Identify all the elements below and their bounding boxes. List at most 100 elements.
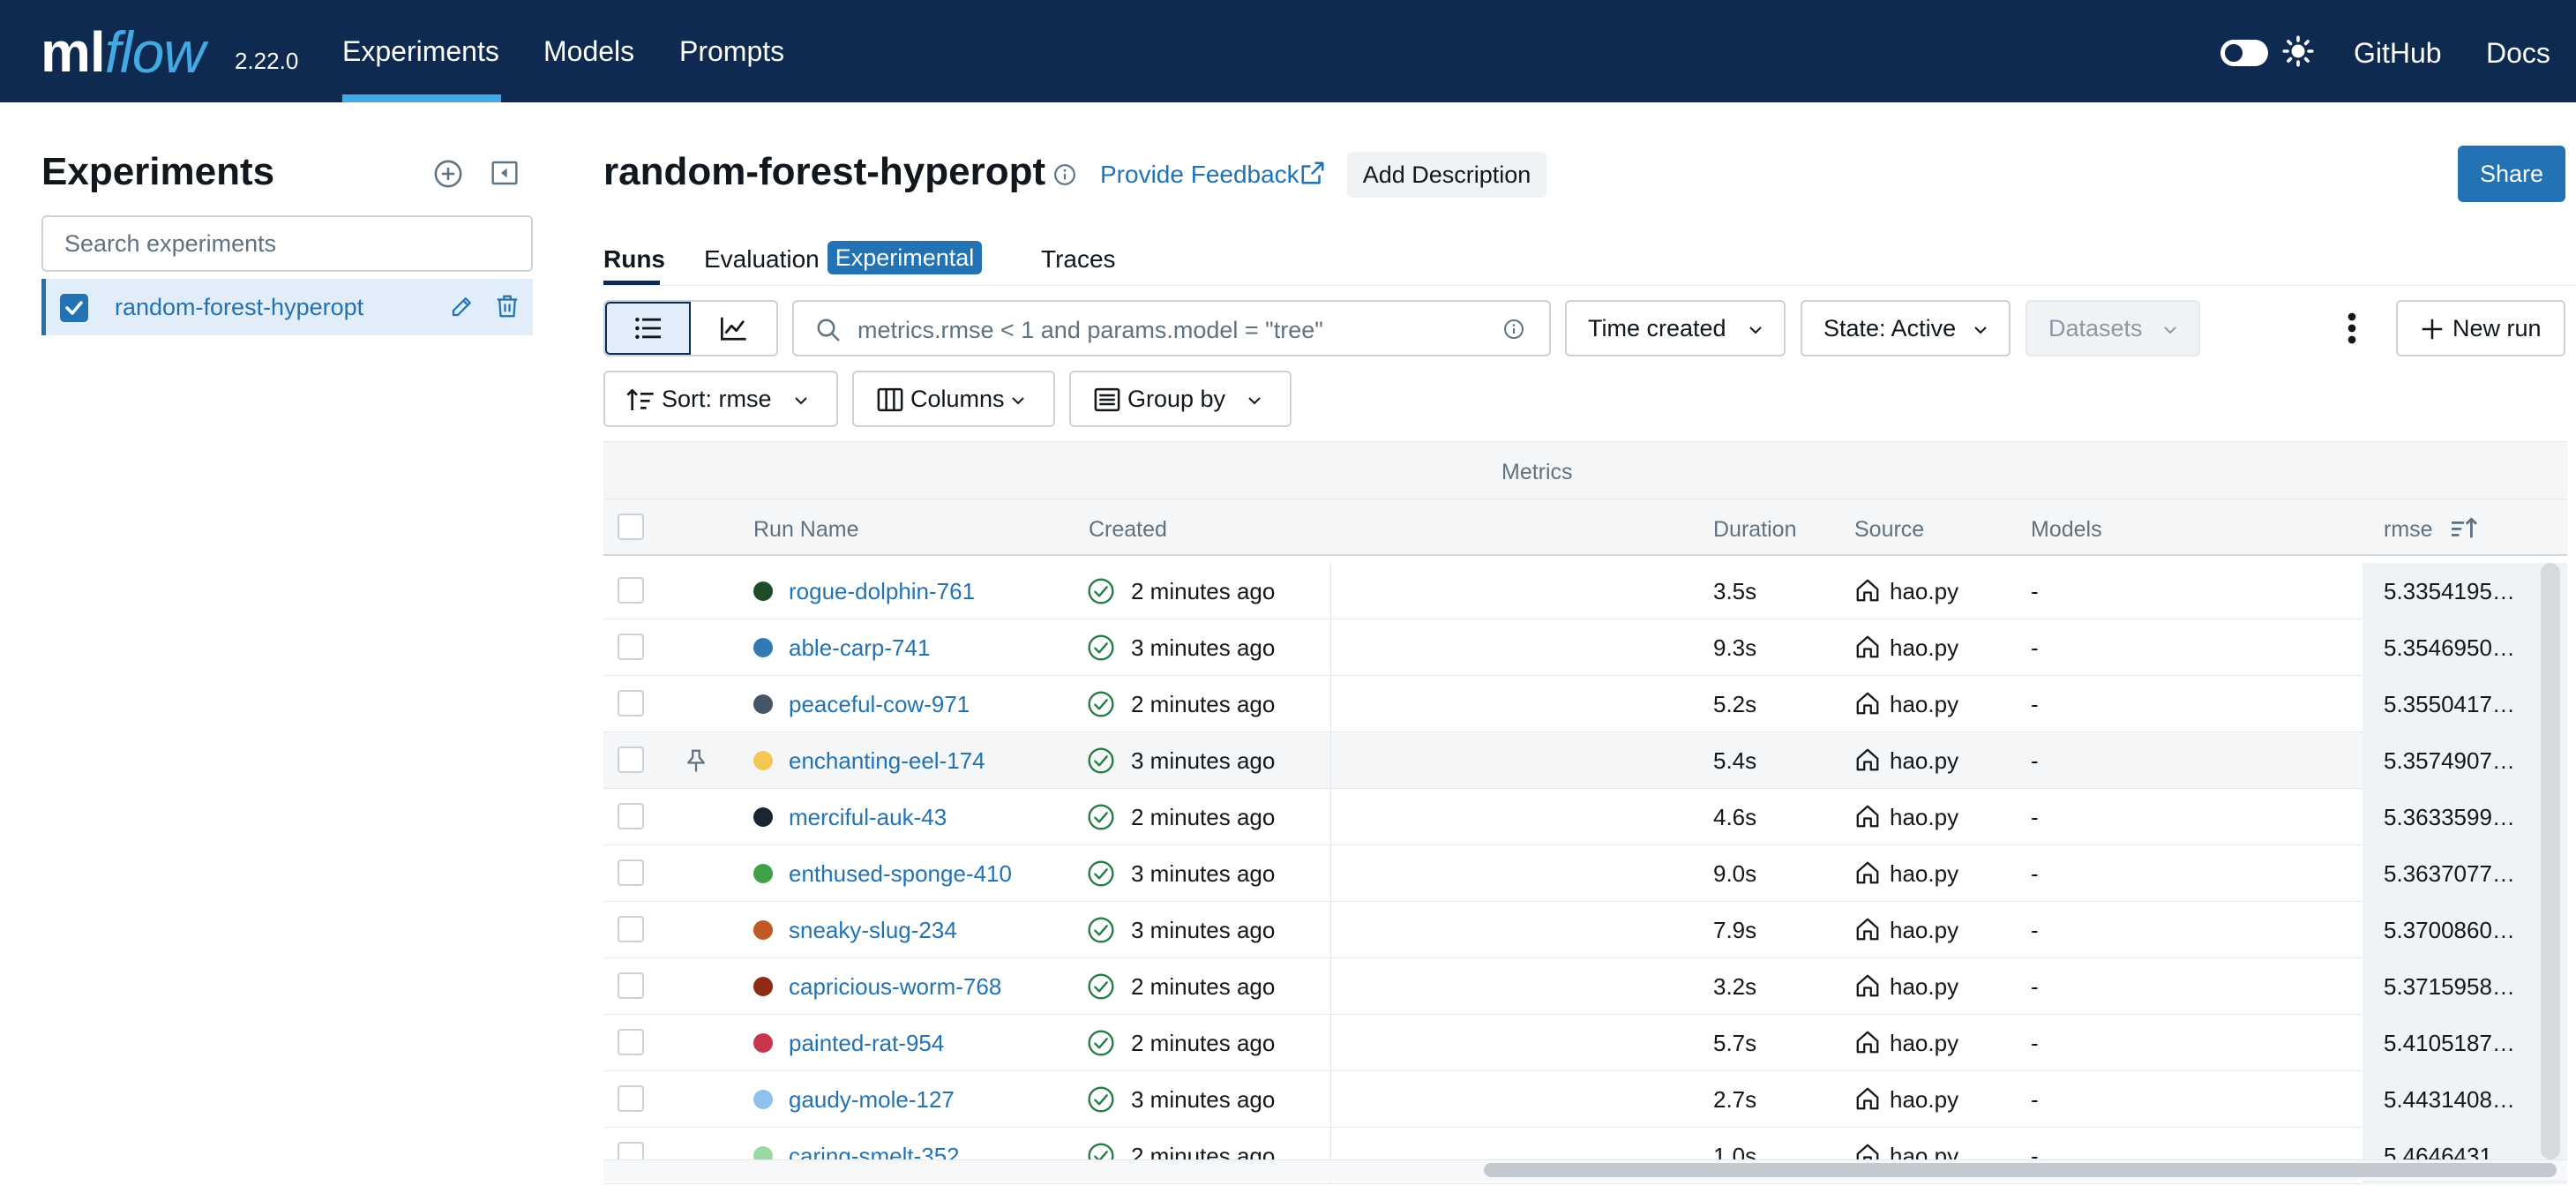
run-color-dot[interactable] bbox=[753, 807, 773, 827]
columns-button[interactable]: Columns bbox=[852, 371, 1055, 427]
row-checkbox[interactable] bbox=[618, 577, 644, 604]
run-name-link[interactable]: enthused-sponge-410 bbox=[789, 860, 1012, 888]
duration-value: 7.9s bbox=[1713, 917, 1757, 943]
rmse-value: 5.3637077… bbox=[2384, 860, 2515, 887]
table-row[interactable]: able-carp-741 3 minutes ago 9.3s hao.py - 5.3… bbox=[603, 619, 2567, 676]
run-name-link[interactable]: peaceful-cow-971 bbox=[789, 691, 970, 718]
tab-runs[interactable]: Runs bbox=[603, 245, 665, 274]
source-link[interactable]: hao.py bbox=[1890, 804, 1958, 831]
experiment-list-item[interactable]: random-forest-hyperopt bbox=[41, 279, 533, 335]
horizontal-scrollbar[interactable] bbox=[1484, 1163, 2557, 1177]
list-view-button[interactable] bbox=[605, 302, 692, 355]
run-color-dot[interactable] bbox=[753, 638, 773, 657]
collapse-sidebar-icon[interactable] bbox=[490, 159, 519, 187]
tab-traces[interactable]: Traces bbox=[1041, 245, 1116, 274]
nav-experiments[interactable]: Experiments bbox=[342, 35, 499, 68]
run-color-dot[interactable] bbox=[753, 581, 773, 601]
experiment-checkbox[interactable] bbox=[60, 294, 88, 322]
source-link[interactable]: hao.py bbox=[1890, 578, 1958, 605]
run-color-dot[interactable] bbox=[753, 694, 773, 714]
share-button[interactable]: Share bbox=[2458, 146, 2565, 202]
vertical-scrollbar[interactable] bbox=[2541, 563, 2560, 1159]
filter-info-icon[interactable] bbox=[1503, 319, 1524, 340]
nav-models[interactable]: Models bbox=[543, 35, 634, 68]
models-value: - bbox=[2031, 578, 2039, 604]
run-name-link[interactable]: capricious-worm-768 bbox=[789, 973, 1001, 1001]
add-experiment-icon[interactable] bbox=[433, 159, 463, 189]
table-row[interactable]: peaceful-cow-971 2 minutes ago 5.2s hao.py -… bbox=[603, 676, 2567, 732]
run-color-dot[interactable] bbox=[753, 751, 773, 770]
source-link[interactable]: hao.py bbox=[1890, 860, 1958, 888]
table-row[interactable]: capricious-worm-768 2 minutes ago 3.2s hao.… bbox=[603, 958, 2567, 1015]
pin-icon[interactable] bbox=[683, 747, 709, 775]
table-row[interactable]: gaudy-mole-127 3 minutes ago 2.7s hao.py - 5.… bbox=[603, 1071, 2567, 1128]
table-row[interactable]: painted-rat-954 2 minutes ago 5.7s hao.py - 5… bbox=[603, 1015, 2567, 1071]
run-color-dot[interactable] bbox=[753, 1033, 773, 1053]
time-created-dropdown[interactable]: Time created bbox=[1565, 300, 1786, 356]
more-options-icon[interactable] bbox=[2338, 305, 2366, 351]
new-run-button[interactable]: New run bbox=[2396, 300, 2565, 356]
source-link[interactable]: hao.py bbox=[1890, 691, 1958, 718]
state-dropdown[interactable]: State: Active bbox=[1801, 300, 2011, 356]
provide-feedback-link[interactable]: Provide Feedback bbox=[1100, 161, 1299, 189]
docs-link[interactable]: Docs bbox=[2486, 37, 2550, 70]
run-color-dot[interactable] bbox=[753, 864, 773, 883]
sort-ascending-icon[interactable] bbox=[2449, 515, 2479, 540]
source-link[interactable]: hao.py bbox=[1890, 634, 1958, 662]
chart-view-button[interactable] bbox=[691, 302, 776, 355]
row-checkbox[interactable] bbox=[618, 1085, 644, 1112]
mlflow-logo[interactable]: ml flow bbox=[41, 12, 206, 92]
github-link[interactable]: GitHub bbox=[2354, 37, 2442, 70]
row-checkbox[interactable] bbox=[618, 972, 644, 999]
source-link[interactable]: hao.py bbox=[1890, 747, 1958, 775]
run-name-link[interactable]: sneaky-slug-234 bbox=[789, 917, 957, 944]
source-link[interactable]: hao.py bbox=[1890, 1086, 1958, 1114]
source-link[interactable]: hao.py bbox=[1890, 973, 1958, 1001]
row-checkbox[interactable] bbox=[618, 634, 644, 660]
header-rmse[interactable]: rmse bbox=[2384, 517, 2433, 543]
run-name-link[interactable]: gaudy-mole-127 bbox=[789, 1086, 955, 1114]
row-checkbox[interactable] bbox=[618, 690, 644, 717]
table-row[interactable]: merciful-auk-43 2 minutes ago 4.6s hao.py - 5… bbox=[603, 789, 2567, 845]
run-color-dot[interactable] bbox=[753, 920, 773, 940]
experiment-name[interactable]: random-forest-hyperopt bbox=[115, 294, 363, 321]
row-checkbox[interactable] bbox=[618, 747, 644, 773]
nav-prompts[interactable]: Prompts bbox=[679, 35, 784, 68]
edit-icon[interactable] bbox=[449, 293, 476, 319]
run-name-link[interactable]: painted-rat-954 bbox=[789, 1030, 944, 1057]
add-description-button[interactable]: Add Description bbox=[1347, 152, 1546, 198]
source-link[interactable]: hao.py bbox=[1890, 1030, 1958, 1057]
select-all-checkbox[interactable] bbox=[618, 514, 644, 540]
status-success-icon bbox=[1087, 916, 1115, 944]
row-checkbox[interactable] bbox=[618, 803, 644, 829]
tab-evaluation[interactable]: Evaluation bbox=[704, 245, 820, 274]
header-source[interactable]: Source bbox=[1854, 517, 1924, 543]
run-name-link[interactable]: rogue-dolphin-761 bbox=[789, 578, 975, 605]
run-name-link[interactable]: able-carp-741 bbox=[789, 634, 930, 662]
row-checkbox[interactable] bbox=[618, 916, 644, 942]
runs-filter-input[interactable]: metrics.rmse < 1 and params.model = "tre… bbox=[792, 300, 1551, 356]
dark-mode-toggle[interactable] bbox=[2220, 40, 2268, 66]
header-duration[interactable]: Duration bbox=[1713, 517, 1797, 543]
column-divider bbox=[1330, 958, 1331, 1015]
header-run-name[interactable]: Run Name bbox=[753, 517, 859, 543]
info-icon[interactable] bbox=[1053, 163, 1076, 186]
table-row[interactable]: rogue-dolphin-761 2 minutes ago 3.5s hao.py… bbox=[603, 563, 2567, 619]
run-name-link[interactable]: enchanting-eel-174 bbox=[789, 747, 985, 775]
search-experiments-input[interactable]: Search experiments bbox=[41, 215, 533, 272]
datasets-dropdown[interactable]: Datasets bbox=[2026, 300, 2200, 356]
sort-button[interactable]: Sort: rmse bbox=[603, 371, 838, 427]
table-row[interactable]: sneaky-slug-234 3 minutes ago 7.9s hao.py - 5… bbox=[603, 902, 2567, 958]
group-by-button[interactable]: Group by bbox=[1069, 371, 1292, 427]
run-color-dot[interactable] bbox=[753, 977, 773, 996]
table-row[interactable]: enthused-sponge-410 3 minutes ago 9.0s hao.… bbox=[603, 845, 2567, 902]
delete-icon[interactable] bbox=[494, 292, 520, 320]
table-row[interactable]: enchanting-eel-174 3 minutes ago 5.4s hao.p… bbox=[603, 732, 2567, 789]
header-models[interactable]: Models bbox=[2031, 517, 2102, 543]
header-created[interactable]: Created bbox=[1089, 517, 1167, 543]
row-checkbox[interactable] bbox=[618, 1029, 644, 1055]
row-checkbox[interactable] bbox=[618, 859, 644, 886]
source-link[interactable]: hao.py bbox=[1890, 917, 1958, 944]
run-name-link[interactable]: merciful-auk-43 bbox=[789, 804, 947, 831]
run-color-dot[interactable] bbox=[753, 1090, 773, 1109]
